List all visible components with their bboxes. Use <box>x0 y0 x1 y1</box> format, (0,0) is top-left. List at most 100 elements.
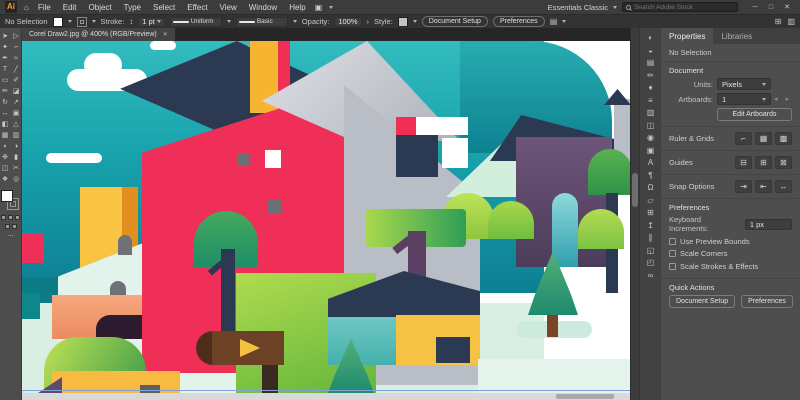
snap-to-grid-icon[interactable]: ⇥ <box>735 180 752 193</box>
menu-item-view[interactable]: View <box>218 3 239 12</box>
transparency-icon[interactable]: ◫ <box>644 121 657 131</box>
panel-menu-icon[interactable]: ▤ <box>550 17 558 26</box>
glyphs-icon[interactable]: Ω <box>644 183 657 193</box>
snap-to-point-icon[interactable]: ↔ <box>775 180 792 193</box>
stroke-weight-field[interactable]: 1 pt <box>138 17 165 27</box>
workspace-label[interactable]: Essentials Classic <box>548 3 608 12</box>
column-graph-tool[interactable]: ▮ <box>11 153 21 163</box>
snap-to-pixel-icon[interactable]: ⇤ <box>755 180 772 193</box>
checkbox[interactable] <box>669 250 676 257</box>
columns-icon[interactable]: ▥ <box>787 17 795 26</box>
brushes-icon[interactable]: ✏ <box>644 71 657 81</box>
edit-artboards-button[interactable]: Edit Artboards <box>717 108 792 121</box>
menu-item-help[interactable]: Help <box>287 3 307 12</box>
chevron-down-icon[interactable] <box>68 20 72 23</box>
free-transform-tool[interactable]: ▣ <box>11 109 21 119</box>
minimize-button[interactable]: ─ <box>747 1 763 14</box>
perspective-grid-tool[interactable]: △ <box>11 120 21 130</box>
width-profile-select[interactable]: Uniform <box>170 17 222 27</box>
horizontal-scroll-thumb[interactable] <box>556 394 614 399</box>
grid-icon[interactable]: ▦ <box>755 132 772 145</box>
fill-proxy-swatch[interactable] <box>1 190 13 202</box>
menu-item-edit[interactable]: Edit <box>61 3 79 12</box>
gradient-icon[interactable]: ▥ <box>644 108 657 118</box>
character-icon[interactable]: A <box>644 158 657 168</box>
ruler-icon[interactable]: ⌐ <box>735 132 752 145</box>
asset-export-icon[interactable]: ↥ <box>644 221 657 231</box>
chevron-down-icon[interactable] <box>92 20 96 23</box>
gradient-tool[interactable]: ▥ <box>11 131 21 141</box>
edit-toolbar-ellipsis[interactable]: ⋯ <box>0 233 21 241</box>
document-tab[interactable]: Corel Draw2.jpg @ 400% (RGB/Preview) ✕ <box>22 28 175 41</box>
symbol-sprayer-tool[interactable]: ❉ <box>0 153 10 163</box>
smart-guides-icon[interactable]: ⊠ <box>775 156 792 169</box>
links-icon[interactable]: ∞ <box>644 271 657 281</box>
graphic-styles-icon[interactable]: ▣ <box>644 146 657 156</box>
checkbox[interactable] <box>669 263 676 270</box>
none-button[interactable] <box>15 215 20 220</box>
quick-document-setup-button[interactable]: Document Setup <box>669 295 735 308</box>
stroke-stepper[interactable]: ↕ <box>129 17 133 26</box>
line-segment-tool[interactable]: ╱ <box>11 65 21 75</box>
keyboard-increments-input[interactable]: 1 px <box>745 219 792 230</box>
chevron-down-icon[interactable] <box>413 20 417 23</box>
quick-preferences-button[interactable]: Preferences <box>741 295 793 308</box>
maximize-button[interactable]: □ <box>763 1 779 14</box>
menu-item-effect[interactable]: Effect <box>185 3 209 12</box>
symbols-icon[interactable]: ♦ <box>644 83 657 93</box>
brush-select[interactable]: Basic <box>236 17 288 27</box>
pathfinder-icon[interactable]: ◱ <box>644 246 657 256</box>
color-icon[interactable]: ◐ <box>644 33 657 43</box>
stroke-color-swatch[interactable] <box>77 17 87 27</box>
artboards-select[interactable]: 1 <box>717 93 771 105</box>
workspace-switcher-icon[interactable]: ▣ <box>315 3 323 12</box>
arrange-documents-icon[interactable]: ⊞ <box>775 17 782 26</box>
blend-tool[interactable]: ◑ <box>11 142 21 152</box>
show-guides-icon[interactable]: ⊟ <box>735 156 752 169</box>
units-select[interactable]: Pixels <box>717 78 771 90</box>
color-guide-icon[interactable]: ◒ <box>644 46 657 56</box>
style-swatch[interactable] <box>398 17 408 27</box>
rotate-tool[interactable]: ↻ <box>0 98 10 108</box>
fill-color-swatch[interactable] <box>53 17 63 27</box>
close-tab-icon[interactable]: ✕ <box>163 31 168 38</box>
opacity-field[interactable]: 100% <box>334 17 361 27</box>
app-logo[interactable]: Ai <box>5 1 17 13</box>
lock-guides-icon[interactable]: ⊞ <box>755 156 772 169</box>
zoom-tool[interactable]: ◎ <box>11 175 21 185</box>
document-setup-button[interactable]: Document Setup <box>422 16 488 27</box>
chevron-down-icon[interactable] <box>227 20 231 23</box>
stroke-icon[interactable]: ≡ <box>644 96 657 106</box>
gradient-button[interactable] <box>8 215 13 220</box>
lasso-tool[interactable]: ∽ <box>11 43 21 53</box>
width-tool[interactable]: ↔ <box>0 109 10 119</box>
artboards-icon[interactable]: ⊞ <box>644 208 657 218</box>
vertical-scrollbar[interactable] <box>630 28 639 400</box>
shape-builder-tool[interactable]: ◧ <box>0 120 10 130</box>
vertical-scroll-thumb[interactable] <box>632 173 638 207</box>
horizontal-scrollbar[interactable] <box>22 393 630 400</box>
color-button[interactable] <box>1 215 6 220</box>
artboard-tool[interactable]: ◫ <box>0 164 10 174</box>
stock-search[interactable] <box>622 2 738 12</box>
hand-tool[interactable]: ❖ <box>0 175 10 185</box>
slice-tool[interactable]: ✂ <box>11 164 21 174</box>
checkbox[interactable] <box>669 238 676 245</box>
opacity-more[interactable]: › <box>367 17 370 26</box>
screen-mode-icon[interactable] <box>12 224 17 229</box>
pen-tool[interactable]: ✒ <box>0 54 10 64</box>
pencil-tool[interactable]: ✏ <box>0 87 10 97</box>
direct-selection-tool[interactable]: ▷ <box>11 32 21 42</box>
artboard-canvas[interactable] <box>22 41 630 393</box>
menu-item-type[interactable]: Type <box>122 3 143 12</box>
menu-item-window[interactable]: Window <box>247 3 279 12</box>
search-input[interactable] <box>634 4 734 11</box>
curvature-tool[interactable]: ≈ <box>11 54 21 64</box>
preferences-button[interactable]: Preferences <box>493 16 545 27</box>
align-icon[interactable]: ∥ <box>644 233 657 243</box>
mesh-tool[interactable]: ▦ <box>0 131 10 141</box>
home-icon[interactable]: ⌂ <box>24 3 29 12</box>
chevron-down-icon[interactable] <box>293 20 297 23</box>
paintbrush-tool[interactable]: ✐ <box>11 76 21 86</box>
magic-wand-tool[interactable]: ✦ <box>0 43 10 53</box>
